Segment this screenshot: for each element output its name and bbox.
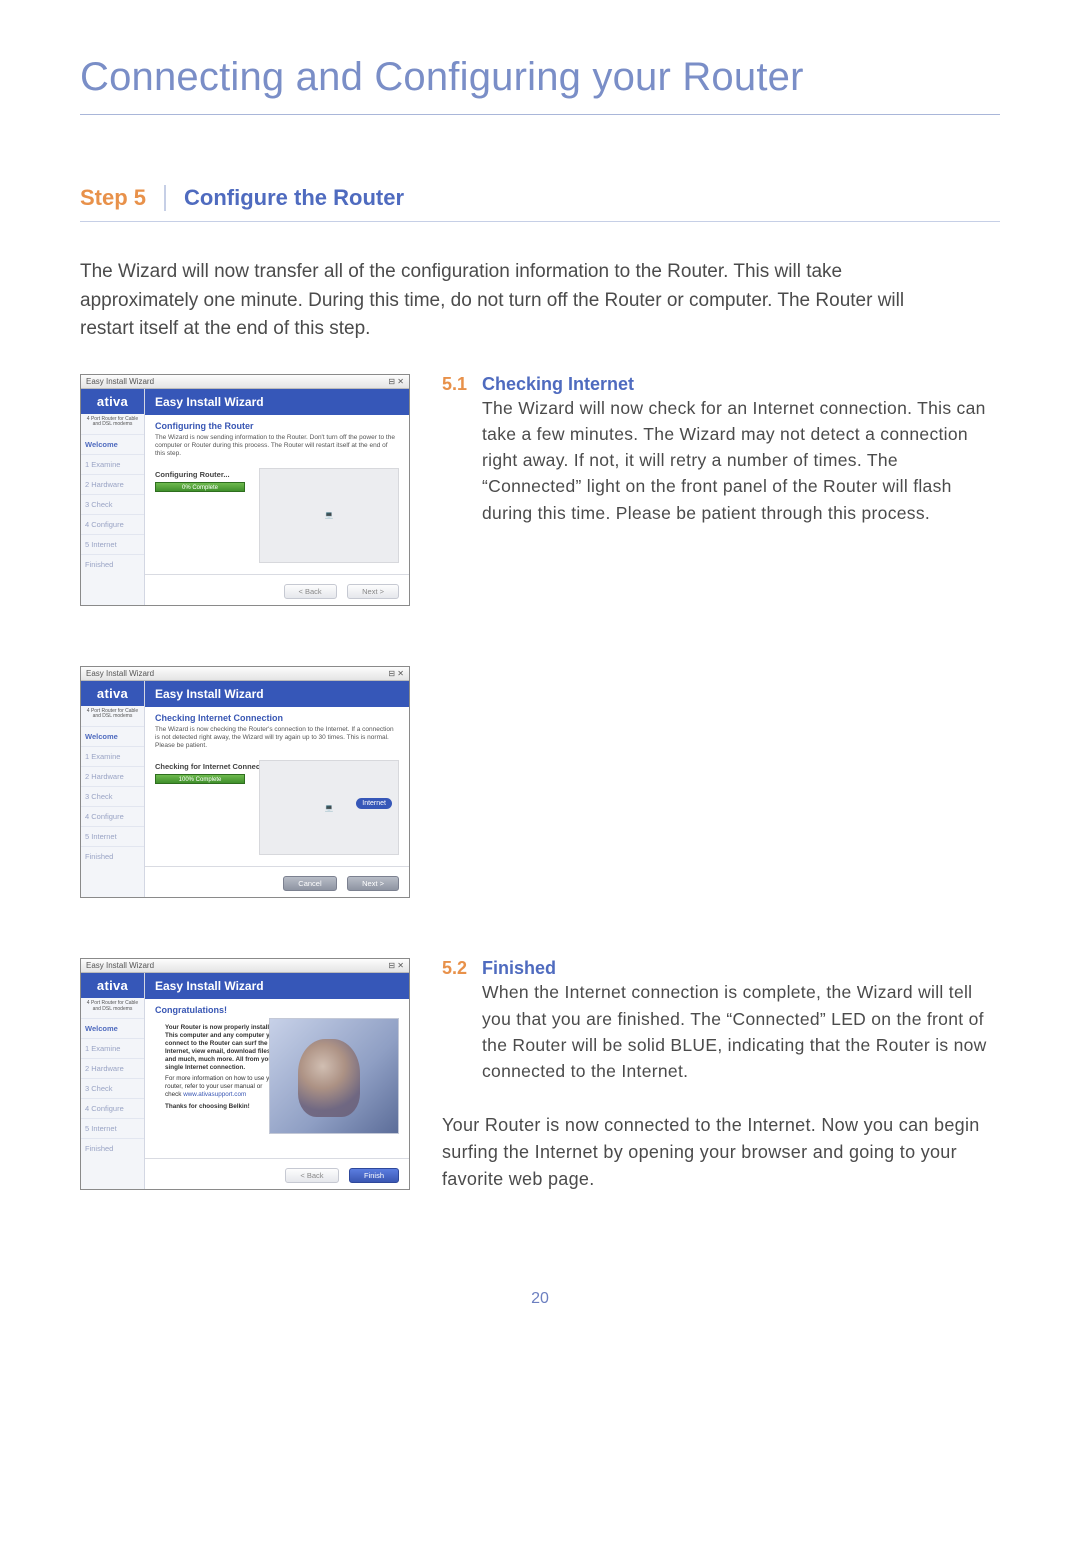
wizard-header: Easy Install Wizard: [145, 973, 409, 999]
wizard-desc: The Wizard is now sending information to…: [145, 434, 409, 464]
sidebar-step: 5 Internet: [81, 534, 144, 554]
page-number: 20: [80, 1290, 1000, 1308]
step-number: Step 5: [80, 185, 166, 211]
wizard-screenshot-finished: Easy Install Wizard ⊟ ✕ ativa 4 Port Rout…: [80, 958, 410, 1190]
wizard-screenshot-checking: Easy Install Wizard ⊟ ✕ ativa 4 Port Rout…: [80, 666, 410, 898]
sidebar-step: 3 Check: [81, 786, 144, 806]
sidebar-step: 2 Hardware: [81, 1058, 144, 1078]
cancel-button: Cancel: [283, 876, 336, 891]
sidebar-step: 4 Configure: [81, 806, 144, 826]
wizard-subheader: Checking Internet Connection: [145, 707, 409, 726]
sidebar-step: 1 Examine: [81, 1038, 144, 1058]
page-title: Connecting and Configuring your Router: [80, 55, 1000, 115]
close-icon: ⊟ ✕: [388, 669, 404, 678]
person-photo: [269, 1018, 399, 1134]
intro-paragraph: The Wizard will now transfer all of the …: [80, 258, 960, 344]
next-button: Next >: [347, 584, 399, 599]
brand-logo: ativa: [81, 681, 144, 706]
finish-button: Finish: [349, 1168, 399, 1183]
close-icon: ⊟ ✕: [388, 961, 404, 970]
congrats-title: Congratulations!: [145, 999, 409, 1018]
sidebar-step: 3 Check: [81, 494, 144, 514]
sidebar-step: Finished: [81, 554, 144, 574]
sidebar-step: 4 Configure: [81, 1098, 144, 1118]
sidebar-step: 4 Configure: [81, 514, 144, 534]
sidebar-step: 1 Examine: [81, 454, 144, 474]
section-number: 5.1: [442, 374, 472, 526]
section-title: Finished: [482, 958, 1000, 979]
brand-logo: ativa: [81, 973, 144, 998]
window-title: Easy Install Wizard: [86, 961, 154, 970]
wizard-screenshot-configure: Easy Install Wizard ⊟ ✕ ativa 4 Port Rout…: [80, 374, 410, 606]
next-button: Next >: [347, 876, 399, 891]
back-button: < Back: [285, 1168, 338, 1183]
sidebar-step: Finished: [81, 1138, 144, 1158]
sidebar-step: Welcome: [81, 726, 144, 746]
step-title: Configure the Router: [184, 185, 404, 211]
progress-bar: 100% Complete: [155, 774, 245, 784]
back-button: < Back: [284, 584, 337, 599]
wizard-header: Easy Install Wizard: [145, 681, 409, 707]
brand-subtitle: 4 Port Router for Cable and DSL modems: [81, 706, 144, 726]
network-illustration: 💻Internet: [259, 760, 399, 855]
wizard-header: Easy Install Wizard: [145, 389, 409, 415]
internet-tag: Internet: [356, 798, 392, 809]
section-text: When the Internet connection is complete…: [482, 979, 1000, 1084]
sidebar-step: Welcome: [81, 434, 144, 454]
wizard-desc: The Wizard is now checking the Router's …: [145, 726, 409, 756]
sidebar-step: 5 Internet: [81, 1118, 144, 1138]
sidebar-step: 1 Examine: [81, 746, 144, 766]
sidebar-step: 3 Check: [81, 1078, 144, 1098]
closing-paragraph: Your Router is now connected to the Inte…: [442, 1112, 1000, 1193]
progress-bar: 0% Complete: [155, 482, 245, 492]
sidebar-step: Finished: [81, 846, 144, 866]
wizard-subheader: Configuring the Router: [145, 415, 409, 434]
sidebar-step: 2 Hardware: [81, 474, 144, 494]
sidebar-step: Welcome: [81, 1018, 144, 1038]
close-icon: ⊟ ✕: [388, 377, 404, 386]
sidebar-step: 2 Hardware: [81, 766, 144, 786]
sidebar-step: 5 Internet: [81, 826, 144, 846]
section-title: Checking Internet: [482, 374, 1000, 395]
step-header: Step 5 Configure the Router: [80, 185, 1000, 222]
window-title: Easy Install Wizard: [86, 377, 154, 386]
computer-illustration: 💻: [259, 468, 399, 563]
brand-logo: ativa: [81, 389, 144, 414]
brand-subtitle: 4 Port Router for Cable and DSL modems: [81, 998, 144, 1018]
section-text: The Wizard will now check for an Interne…: [482, 395, 1000, 526]
window-title: Easy Install Wizard: [86, 669, 154, 678]
brand-subtitle: 4 Port Router for Cable and DSL modems: [81, 414, 144, 434]
section-number: 5.2: [442, 958, 472, 1084]
support-link: www.ativasupport.com: [183, 1091, 246, 1098]
